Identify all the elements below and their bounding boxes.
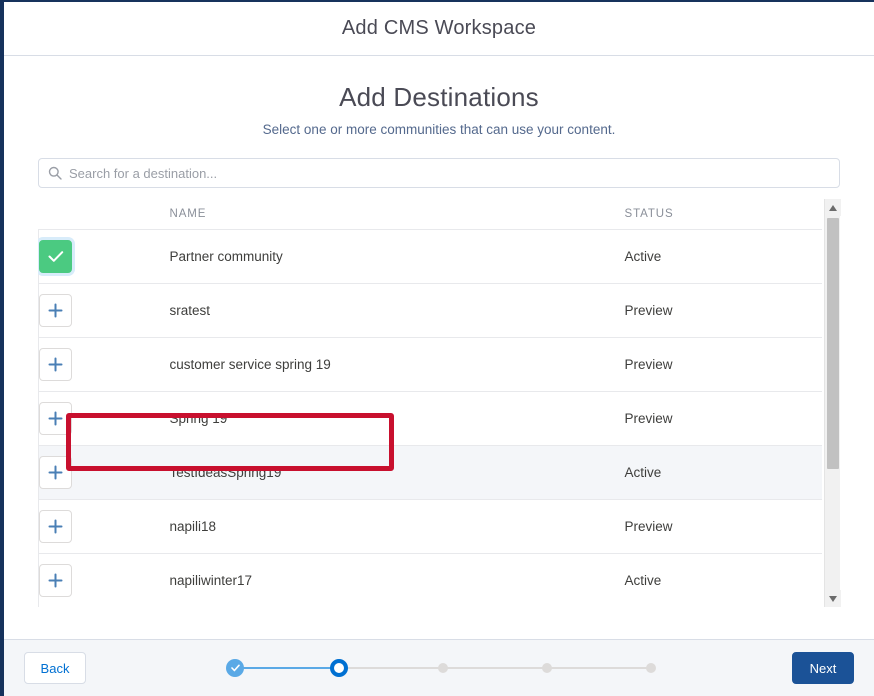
- table-cell-name: napili18: [169, 499, 625, 554]
- next-button[interactable]: Next: [792, 652, 854, 684]
- add-destination-button[interactable]: [39, 509, 72, 543]
- plus-icon: [48, 573, 63, 588]
- table-row[interactable]: Partner community Active: [38, 229, 822, 284]
- progress-indicator: [226, 659, 660, 677]
- progress-step-incomplete[interactable]: [646, 663, 656, 673]
- table-header-row: NAME STATUS: [38, 199, 822, 230]
- modal-body: Add Destinations Select one or more comm…: [4, 82, 874, 665]
- table-row[interactable]: Spring 19 Preview: [38, 391, 822, 446]
- table-cell-action: [38, 337, 170, 392]
- column-header-name: NAME: [169, 199, 625, 230]
- scroll-up-button[interactable]: [825, 199, 841, 216]
- plus-icon: [48, 357, 63, 372]
- back-button[interactable]: Back: [24, 652, 86, 684]
- add-destination-button[interactable]: [39, 347, 72, 381]
- table-scroll-area: NAME STATUS Partner community Active srate…: [38, 199, 822, 607]
- modal-window: Add CMS Workspace Add Destinations Selec…: [0, 0, 874, 696]
- table-cell-action: [38, 229, 170, 284]
- destinations-table: NAME STATUS Partner community Active srate…: [38, 199, 822, 607]
- column-header-action: [38, 199, 170, 230]
- modal-footer: Back Next: [4, 639, 874, 696]
- table-cell-action: [38, 391, 170, 446]
- section-subheading: Select one or more communities that can …: [262, 122, 616, 137]
- table-row[interactable]: napili18 Preview: [38, 499, 822, 554]
- destinations-table-region: NAME STATUS Partner community Active srate…: [38, 199, 841, 609]
- table-row[interactable]: TestIdeasSpring19 Active: [38, 445, 822, 500]
- section-heading: Add Destinations: [339, 82, 539, 112]
- progress-fill: [235, 667, 339, 669]
- page-title: Add CMS Workspace: [341, 17, 537, 39]
- add-destination-button[interactable]: [39, 401, 72, 435]
- table-row[interactable]: customer service spring 19 Preview: [38, 337, 822, 392]
- table-cell-status: Preview: [624, 283, 822, 338]
- search-input[interactable]: [38, 158, 840, 188]
- check-icon: [48, 250, 64, 263]
- table-cell-status: Preview: [624, 337, 822, 392]
- table-cell-status: Active: [624, 553, 822, 607]
- plus-icon: [48, 303, 63, 318]
- table-cell-name: Partner community: [169, 229, 625, 284]
- add-destination-button[interactable]: [39, 563, 72, 597]
- table-cell-name: napiliwinter17: [169, 553, 625, 607]
- table-header: NAME STATUS: [38, 199, 822, 230]
- column-header-status: STATUS: [624, 199, 822, 230]
- progress-step-incomplete[interactable]: [438, 663, 448, 673]
- table-scrollbar[interactable]: [824, 199, 841, 607]
- scrollbar-thumb[interactable]: [827, 218, 839, 469]
- plus-icon: [48, 411, 63, 426]
- progress-step-active[interactable]: [330, 659, 348, 677]
- table-row[interactable]: napiliwinter17 Active: [38, 553, 822, 607]
- table-cell-status: Preview: [624, 499, 822, 554]
- progress-step-complete[interactable]: [226, 659, 244, 677]
- table-cell-action: [38, 445, 170, 500]
- table-cell-status: Active: [624, 445, 822, 500]
- table-cell-action: [38, 553, 170, 607]
- table-cell-status: Active: [624, 229, 822, 284]
- search-box: [38, 158, 840, 188]
- table-cell-name: sratest: [169, 283, 625, 338]
- add-destination-button[interactable]: [39, 293, 72, 327]
- table-body: Partner community Active sratest Preview cus…: [38, 229, 822, 607]
- table-row[interactable]: sratest Preview: [38, 283, 822, 338]
- plus-icon: [48, 519, 63, 534]
- table-cell-name: TestIdeasSpring19: [169, 445, 625, 500]
- plus-icon: [48, 465, 63, 480]
- table-cell-action: [38, 499, 170, 554]
- scroll-down-button[interactable]: [825, 590, 841, 607]
- table-cell-action: [38, 283, 170, 338]
- table-cell-name: customer service spring 19: [169, 337, 625, 392]
- progress-step-incomplete[interactable]: [542, 663, 552, 673]
- table-cell-status: Preview: [624, 391, 822, 446]
- deselect-destination-button[interactable]: [39, 239, 72, 273]
- modal-header: Add CMS Workspace: [4, 2, 874, 56]
- add-destination-button[interactable]: [39, 455, 72, 489]
- table-cell-name: Spring 19: [169, 391, 625, 446]
